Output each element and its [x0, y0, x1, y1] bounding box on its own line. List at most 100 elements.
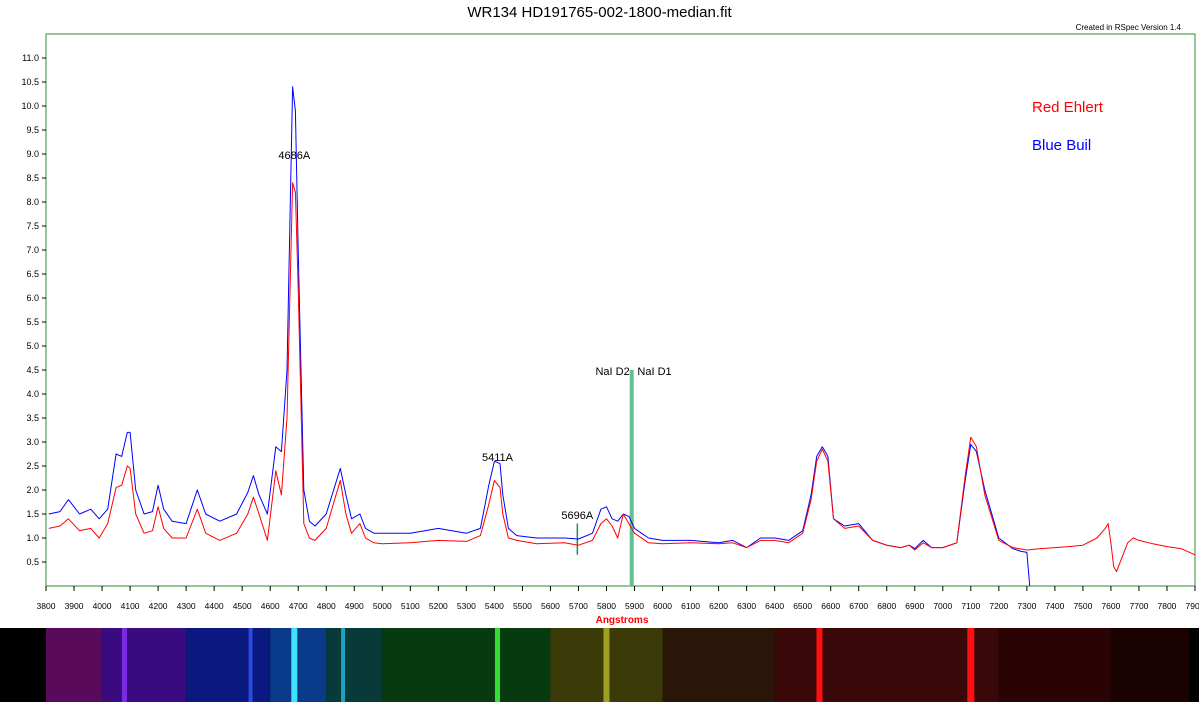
x-tick-label: 5100: [401, 601, 420, 611]
y-tick-label: 4.0: [26, 389, 39, 399]
x-tick-label: 4800: [317, 601, 336, 611]
y-tick-label: 8.0: [26, 197, 39, 207]
annotation-label: 4686A: [278, 150, 310, 162]
x-tick-label: 6200: [709, 601, 728, 611]
strip-bands: [46, 628, 1190, 702]
y-tick-label: 7.0: [26, 245, 39, 255]
y-tick-label: 1.5: [26, 509, 39, 519]
x-tick-label: 7700: [1129, 601, 1148, 611]
x-tick-label: 6300: [737, 601, 756, 611]
spectrum-chart: 0.5 1.0 1.5 2.0 2.5 3.0 3.5 4.0 4.5 5.0 5.5 6.0 6.5 7…: [21, 33, 1199, 625]
x-tick-label: 6900: [905, 601, 924, 611]
y-tick-label: 1.0: [26, 533, 39, 543]
x-axis: 3800 3900 4000 4100 4200 4300 4400 4500 4600 4700…: [37, 586, 1199, 611]
x-tick-label: 7400: [1045, 601, 1064, 611]
strip-band: [662, 628, 775, 702]
strip-band: [774, 628, 999, 702]
strip-band: [382, 628, 551, 702]
x-tick-label: 4500: [233, 601, 252, 611]
x-tick-label: 6700: [849, 601, 868, 611]
x-tick-label: 5000: [373, 601, 392, 611]
x-tick-label: 6100: [681, 601, 700, 611]
x-tick-label: 7900: [1186, 601, 1199, 611]
x-tick-label: 4400: [205, 601, 224, 611]
x-tick-label: 4600: [261, 601, 280, 611]
x-tick-label: 5700: [569, 601, 588, 611]
y-axis: 0.5 1.0 1.5 2.0 2.5 3.0 3.5 4.0 4.5 5.0 5.5 6.0 6.5 7…: [21, 53, 46, 567]
annotation-label: NaI D1: [637, 366, 671, 378]
plot-frame: [45, 33, 1196, 587]
strip-emission-line: [967, 628, 975, 702]
strip-emission-line: [603, 628, 610, 702]
x-tick-label: 3800: [37, 601, 56, 611]
x-tick-label: 5300: [457, 601, 476, 611]
x-tick-label: 6800: [877, 601, 896, 611]
x-tick-label: 5500: [513, 601, 532, 611]
y-tick-label: 2.5: [26, 461, 39, 471]
y-tick-label: 6.5: [26, 269, 39, 279]
series-lines: [48, 86, 1196, 587]
y-tick-label: 10.5: [21, 77, 39, 87]
y-tick-label: 3.0: [26, 437, 39, 447]
y-tick-label: 9.5: [26, 125, 39, 135]
x-tick-label: 6400: [765, 601, 784, 611]
x-tick-label: 7200: [989, 601, 1008, 611]
x-tick-label: 7000: [933, 601, 952, 611]
strip-band: [1110, 628, 1190, 702]
legend-item-blue: Blue Buil: [1032, 137, 1091, 154]
strip-band: [270, 628, 327, 702]
x-tick-label: 3900: [65, 601, 84, 611]
annotation-label: 5696A: [561, 510, 593, 522]
x-tick-label: 5900: [625, 601, 644, 611]
strip-emission-line: [816, 628, 823, 702]
strip-emission-line: [494, 628, 500, 702]
y-tick-label: 5.5: [26, 317, 39, 327]
strip-emission-line: [341, 628, 346, 702]
marker-lines: [576, 370, 634, 586]
strip-band: [186, 628, 271, 702]
y-tick-label: 6.0: [26, 293, 39, 303]
y-tick-label: 9.0: [26, 149, 39, 159]
y-tick-label: 7.5: [26, 221, 39, 231]
strip-band: [998, 628, 1111, 702]
y-tick-label: 0.5: [26, 557, 39, 567]
strip-band: [46, 628, 103, 702]
strip-emission-line: [121, 628, 127, 702]
x-tick-label: 7500: [1073, 601, 1092, 611]
x-tick-label: 7300: [1017, 601, 1036, 611]
x-tick-label: 5600: [541, 601, 560, 611]
synthetic-spectrum-strip: [0, 628, 1199, 702]
line-annotations: 4686A 5411A 5696A NaI D2 NaI D1: [278, 150, 671, 522]
legend-item-red: Red Ehlert: [1032, 99, 1104, 116]
x-tick-label: 4100: [121, 601, 140, 611]
annotation-label: 5411A: [482, 452, 514, 464]
x-tick-label: 4000: [93, 601, 112, 611]
strip-band: [326, 628, 383, 702]
y-tick-label: 3.5: [26, 413, 39, 423]
x-tick-label: 6600: [821, 601, 840, 611]
y-tick-label: 8.5: [26, 173, 39, 183]
series-line-blue-buil: [48, 86, 1031, 587]
strip-band: [102, 628, 187, 702]
y-tick-label: 10.0: [21, 101, 39, 111]
y-tick-label: 5.0: [26, 341, 39, 351]
x-tick-label: 4200: [149, 601, 168, 611]
strip-emission-line: [248, 628, 253, 702]
x-tick-label: 7600: [1101, 601, 1120, 611]
x-tick-label: 6500: [793, 601, 812, 611]
y-tick-label: 11.0: [22, 53, 39, 63]
strip-emission-line: [291, 628, 298, 702]
y-tick-label: 4.5: [26, 365, 39, 375]
x-tick-label: 5800: [597, 601, 616, 611]
y-tick-label: 2.0: [26, 485, 39, 495]
x-tick-label: 4900: [345, 601, 364, 611]
x-axis-label: Angstroms: [596, 615, 649, 625]
x-tick-label: 4300: [177, 601, 196, 611]
x-tick-label: 5200: [429, 601, 448, 611]
x-tick-label: 5400: [485, 601, 504, 611]
x-tick-label: 7100: [961, 601, 980, 611]
x-tick-label: 6000: [653, 601, 672, 611]
x-tick-label: 4700: [289, 601, 308, 611]
x-tick-label: 7800: [1158, 601, 1177, 611]
annotation-label: NaI D2: [595, 366, 629, 378]
